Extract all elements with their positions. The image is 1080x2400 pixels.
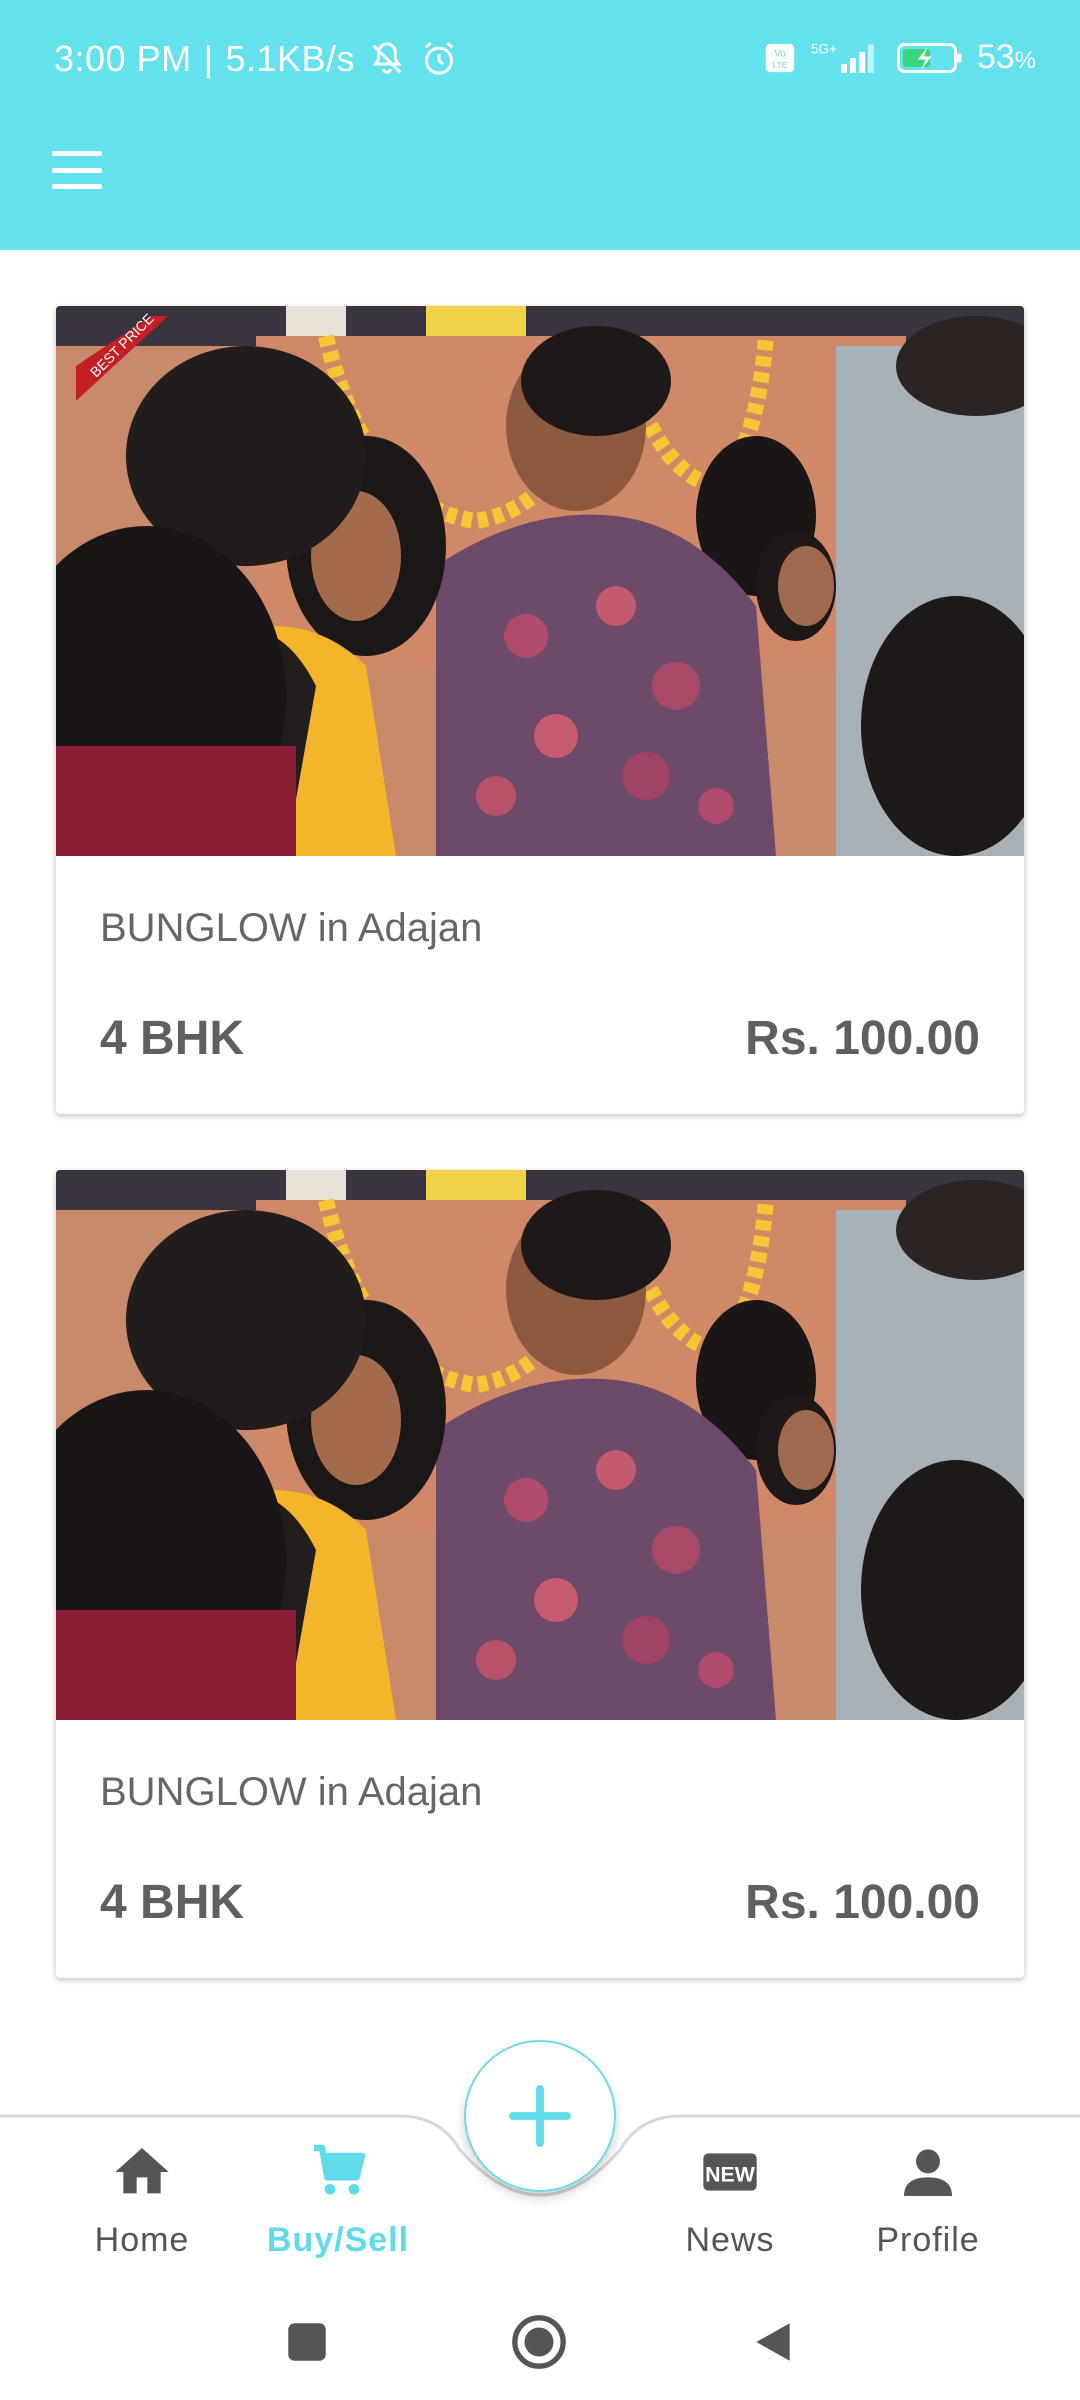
- svg-text:5G+: 5G+: [811, 41, 837, 56]
- status-bar: 3:00 PM | 5.1KB/s Vo LTE 5G+ 53%: [0, 0, 1080, 126]
- nav-home[interactable]: Home: [42, 2140, 242, 2270]
- status-net-speed: 5.1KB/s: [225, 38, 356, 79]
- svg-text:NEW: NEW: [705, 2162, 756, 2186]
- listing-title: BUNGLOW in Adajan: [100, 906, 483, 950]
- recents-button[interactable]: [282, 2317, 332, 2367]
- svg-text:Vo: Vo: [774, 48, 786, 59]
- cart-icon: [314, 2144, 366, 2195]
- listing-photo: [56, 306, 1024, 856]
- battery-level: 53%: [976, 38, 1036, 76]
- nav-profile[interactable]: Profile: [828, 2140, 1028, 2270]
- home-system-button[interactable]: [510, 2313, 568, 2371]
- app-header: 3:00 PM | 5.1KB/s Vo LTE 5G+ 53%: [0, 0, 1080, 250]
- nav-buy-sell-label: Buy/Sell: [266, 2221, 410, 2259]
- hamburger-menu-icon[interactable]: [44, 145, 110, 195]
- listing-price: Rs. 100.00: [745, 1876, 980, 1929]
- status-right: Vo LTE 5G+ 53%: [763, 38, 1036, 77]
- battery-charging-icon: [896, 42, 962, 73]
- alarm-icon: [424, 42, 454, 75]
- svg-text:LTE: LTE: [772, 59, 787, 69]
- nav-home-label: Home: [94, 2221, 190, 2259]
- status-left: 3:00 PM | 5.1KB/s: [54, 38, 459, 80]
- listing-bhk: 4 BHK: [100, 1012, 245, 1065]
- add-listing-button[interactable]: [464, 2040, 616, 2192]
- news-icon: NEW: [703, 2153, 757, 2191]
- person-icon: [904, 2149, 952, 2196]
- signal-5g-icon: 5G+: [811, 41, 874, 73]
- nav-profile-label: Profile: [876, 2221, 980, 2259]
- nav-news-label: News: [685, 2221, 775, 2259]
- listing-card[interactable]: BEST PRICE BUNGLOW in Adajan 4 BHK Rs. 1…: [56, 306, 1024, 1114]
- nav-buy-sell[interactable]: Buy/Sell: [238, 2140, 438, 2270]
- listing-card[interactable]: BUNGLOW in Adajan 4 BHK Rs. 100.00: [56, 1170, 1024, 1978]
- volte-icon: Vo LTE: [765, 43, 794, 72]
- listing-price: Rs. 100.00: [745, 1012, 980, 1065]
- system-navigation-bar: [0, 2285, 1080, 2400]
- svg-text:BEST PRICE: BEST PRICE: [87, 310, 157, 380]
- plus-icon: [509, 2085, 571, 2147]
- best-price-ribbon: BEST PRICE: [76, 310, 168, 401]
- status-time: 3:00 PM: [54, 38, 192, 79]
- listing-photo: [56, 1170, 1024, 1720]
- listing-bhk: 4 BHK: [100, 1876, 245, 1929]
- home-icon: [115, 2148, 169, 2194]
- mute-bell-icon: [372, 42, 402, 74]
- back-button[interactable]: [748, 2315, 798, 2369]
- nav-news[interactable]: NEW News: [630, 2140, 830, 2270]
- listing-title: BUNGLOW in Adajan: [100, 1770, 483, 1814]
